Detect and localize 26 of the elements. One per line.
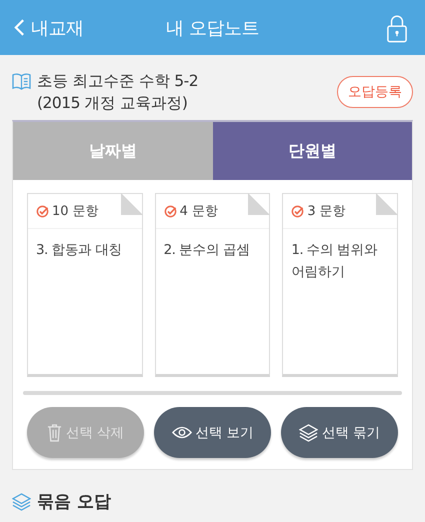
layers-icon — [12, 492, 31, 511]
unit-title: 3. 합동과 대칭 — [35, 241, 124, 260]
section-title: 묶음 오답 — [37, 491, 111, 513]
folded-corner-icon — [120, 193, 143, 215]
folded-corner-icon — [248, 193, 270, 215]
unit-title: 2. 분수의 곱셈 — [162, 241, 251, 260]
book-icon — [12, 72, 31, 90]
layers-icon — [299, 423, 318, 442]
page-title: 내 오답노트 — [166, 16, 259, 40]
tab[interactable]: 단원별 — [212, 122, 412, 180]
register-button[interactable]: 오답등록 — [337, 76, 413, 108]
book-title: 초등 최고수준 수학 5-2 (2015 개정 교육과정) — [37, 70, 198, 114]
unit-title: 1. 수의 범위와 어림하기 — [290, 241, 378, 282]
action-button[interactable]: 선택 보기 — [154, 407, 271, 458]
eye-icon — [172, 426, 192, 439]
back-chevron-icon — [14, 18, 25, 37]
unit-card[interactable]: 4 문항 2. 분수의 곱셈 — [154, 193, 270, 377]
folded-corner-icon — [376, 193, 398, 215]
question-count: 10 문항 — [52, 203, 99, 220]
question-count: 3 문항 — [307, 203, 346, 220]
unit-card[interactable]: 3 문항 1. 수의 범위와 어림하기 — [282, 193, 398, 377]
question-count: 4 문항 — [180, 203, 218, 220]
lock-icon[interactable] — [387, 12, 407, 42]
trash-icon — [47, 423, 62, 442]
unit-card[interactable]: 10 문항 3. 합동과 대칭 — [27, 193, 143, 377]
action-button[interactable]: 선택 묶기 — [281, 407, 398, 458]
